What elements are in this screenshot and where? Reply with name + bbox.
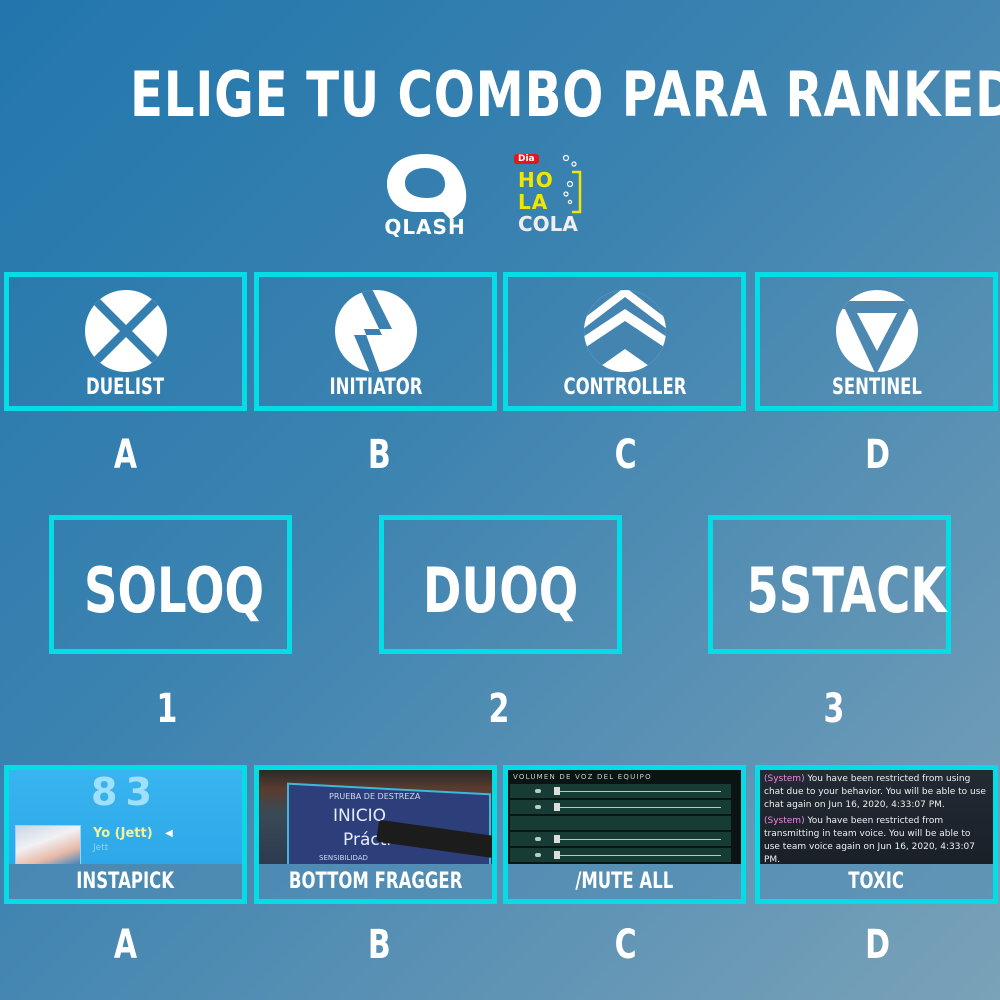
slider-track: [560, 807, 721, 808]
bubbles-icon: [562, 154, 582, 214]
role-label: INITIATOR: [329, 375, 422, 400]
voice-volume-title: VOLUMEN DE VOZ DEL EQUIPO: [513, 773, 652, 781]
speaker-icon: [535, 837, 541, 841]
role-letter-d: D: [865, 432, 891, 478]
mode-label: 5STACK: [746, 554, 947, 627]
role-letter-c: C: [614, 432, 638, 478]
role-label: SENTINEL: [831, 375, 922, 400]
slider-knob: [554, 851, 560, 859]
page-title: ELIGE TU COMBO PARA RANKEDS: [129, 58, 1000, 131]
agent-name: Jett: [93, 843, 109, 853]
mode-card-soloq[interactable]: SOLOQ: [49, 515, 292, 654]
system-message: (System) You have been restricted from t…: [760, 812, 993, 864]
role-card-duelist[interactable]: DUELIST: [4, 272, 247, 411]
mode-number-1: 1: [156, 686, 178, 732]
mode-card-duoq[interactable]: DUOQ: [379, 515, 622, 654]
qlash-logo: QLASH: [384, 154, 467, 239]
slider-knob: [554, 835, 560, 843]
hola-cola-logo: Dia HO LA COLA: [512, 152, 592, 242]
volume-slider-row-empty: [510, 816, 731, 830]
slider-track: [560, 791, 721, 792]
system-tag: (System): [764, 774, 805, 784]
card-letter-c: C: [614, 922, 638, 968]
jett-portrait-icon: [15, 825, 81, 864]
speaker-icon: [535, 789, 541, 793]
mute-all-screenshot: VOLUMEN DE VOZ DEL EQUIPO: [508, 770, 741, 864]
slider-track: [560, 839, 721, 840]
card-letter-b: B: [367, 922, 391, 968]
role-label: DUELIST: [86, 375, 165, 400]
card-bottom-fragger[interactable]: PRUEBA DE DESTREZA INICIO Prácti SENSIBI…: [254, 765, 497, 904]
mode-label: SOLOQ: [84, 554, 265, 627]
qlash-q-icon: [387, 154, 467, 220]
sentinel-icon: [835, 290, 918, 372]
instapick-screenshot: 83 Yo (Jett) ◀ Jett: [9, 770, 242, 864]
initiator-icon: [334, 290, 417, 372]
volume-slider-row: [510, 848, 731, 862]
volume-slider-row: [510, 784, 731, 798]
role-letter-a: A: [113, 432, 137, 478]
timer-score: 83: [91, 770, 160, 814]
card-toxic[interactable]: (System) You have been restricted from u…: [755, 765, 998, 904]
system-message: (System) You have been restricted from u…: [760, 770, 993, 812]
card-instapick[interactable]: 83 Yo (Jett) ◀ Jett INSTAPICK: [4, 765, 247, 904]
role-card-sentinel[interactable]: SENTINEL: [755, 272, 998, 411]
mode-card-5stack[interactable]: 5STACK: [708, 515, 951, 654]
card-mute-all[interactable]: VOLUMEN DE VOZ DEL EQUIPO /MUTE ALL: [503, 765, 746, 904]
card-letter-d: D: [865, 922, 891, 968]
slider-knob: [554, 803, 560, 811]
role-label: CONTROLLER: [563, 375, 686, 400]
hola-line-1: HO: [518, 168, 554, 192]
toxic-screenshot: (System) You have been restricted from u…: [760, 770, 993, 864]
system-tag: (System): [764, 816, 805, 826]
player-name: Yo (Jett): [93, 826, 153, 841]
mode-number-2: 2: [488, 686, 510, 732]
dia-badge: Dia: [514, 154, 539, 164]
role-card-initiator[interactable]: INITIATOR: [254, 272, 497, 411]
volume-slider-row: [510, 832, 731, 846]
card-label: /MUTE ALL: [508, 864, 741, 899]
card-label: BOTTOM FRAGGER: [259, 864, 492, 899]
card-label: TOXIC: [760, 864, 993, 899]
qlash-wordmark: QLASH: [384, 215, 465, 239]
speaker-icon: [535, 853, 541, 857]
panel-option-sensitivity: SENSIBILIDAD: [319, 854, 368, 862]
mode-label: DUOQ: [422, 554, 579, 627]
speaker-icon: ◀: [165, 828, 173, 839]
controller-icon: [583, 290, 666, 372]
panel-title: PRUEBA DE DESTREZA: [329, 792, 421, 801]
duelist-icon: [84, 290, 167, 372]
role-card-controller[interactable]: CONTROLLER: [503, 272, 746, 411]
role-letter-b: B: [367, 432, 391, 478]
card-label: INSTAPICK: [9, 864, 242, 899]
hola-line-2: LA: [518, 190, 549, 214]
slider-knob: [554, 787, 560, 795]
volume-slider-row: [510, 800, 731, 814]
slider-track: [560, 855, 721, 856]
mode-number-3: 3: [823, 686, 845, 732]
card-letter-a: A: [113, 922, 137, 968]
speaker-icon: [535, 805, 541, 809]
bottom-fragger-screenshot: PRUEBA DE DESTREZA INICIO Prácti SENSIBI…: [259, 770, 492, 864]
